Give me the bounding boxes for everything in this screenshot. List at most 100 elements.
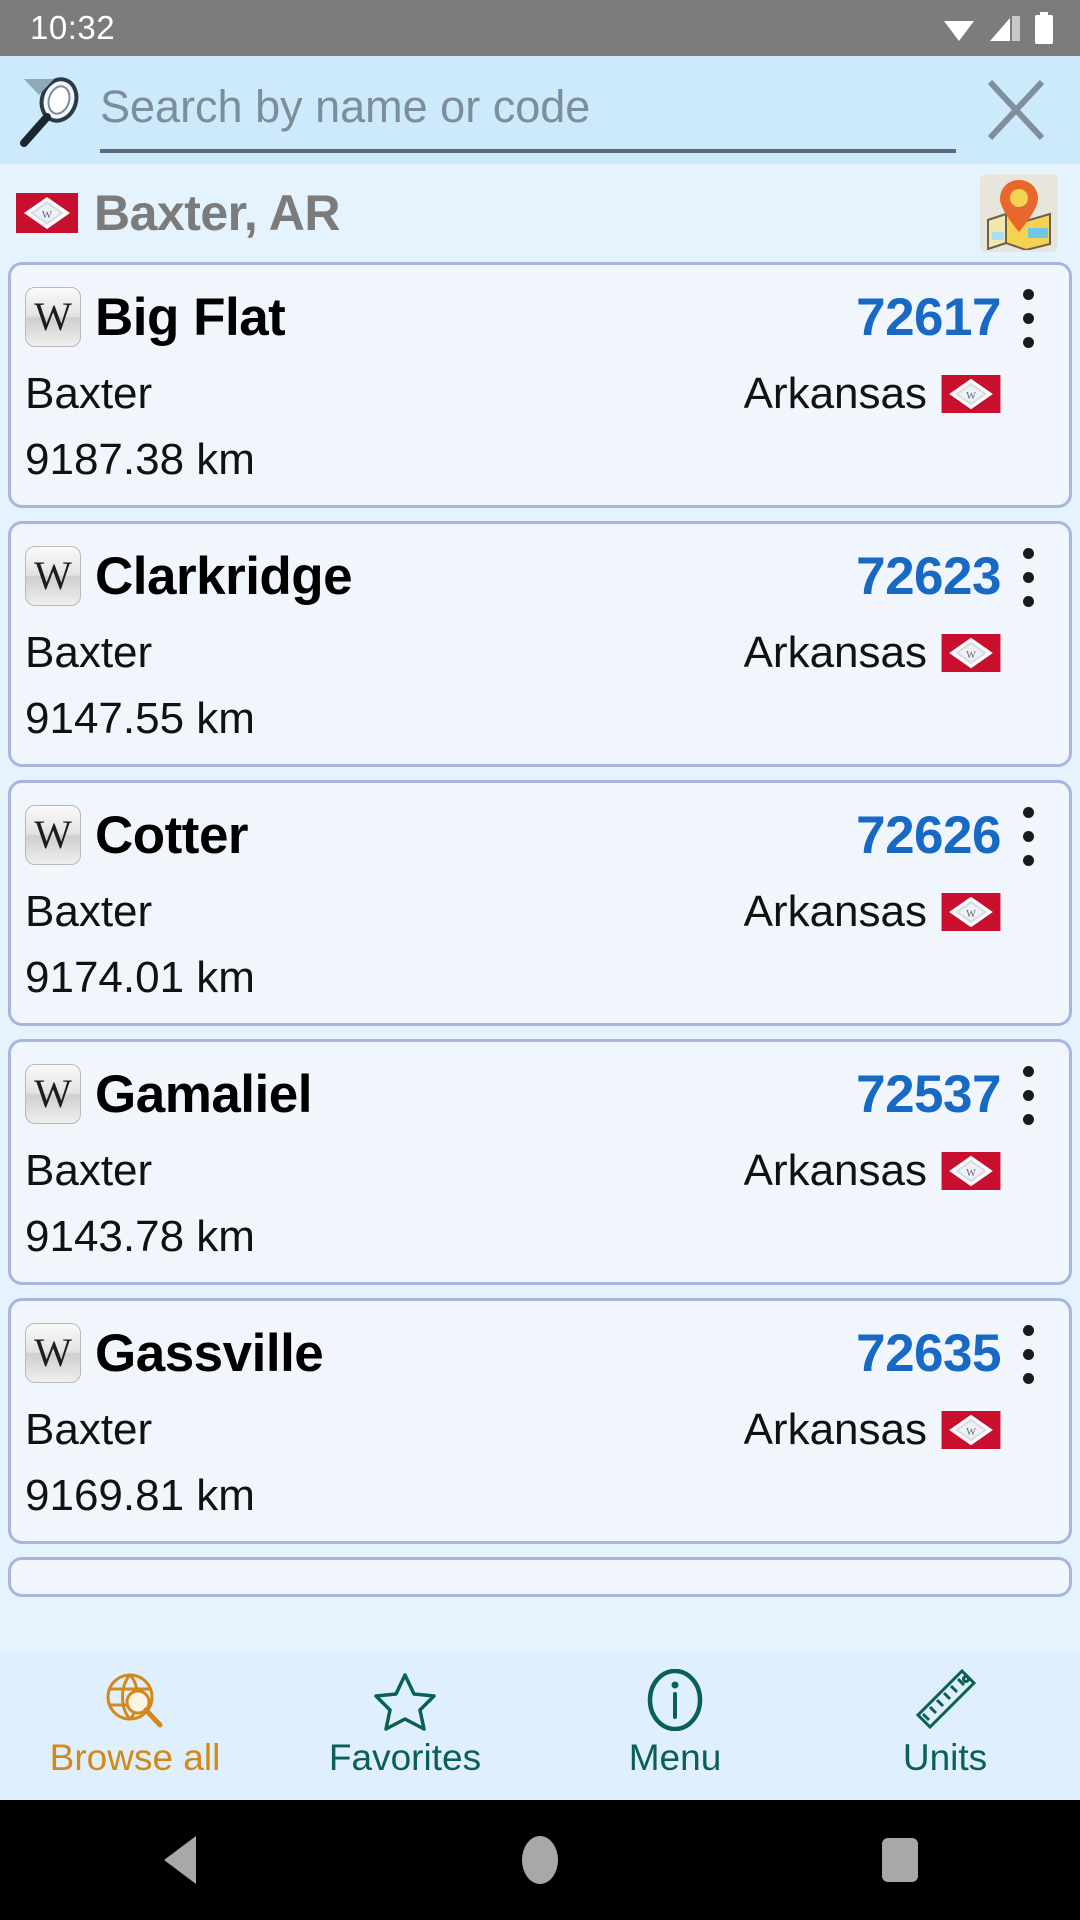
arkansas-flag-icon: W (16, 193, 78, 233)
card-distance-row: 9147.55 km (25, 688, 1055, 750)
svg-text:W: W (42, 209, 53, 221)
list-item[interactable]: W Gamaliel 72537 Baxter Arkansas W 9143.… (8, 1039, 1072, 1285)
nav-browse-all[interactable]: Browse all (0, 1665, 270, 1779)
card-distance-row: 9169.81 km (25, 1465, 1055, 1527)
app-root: 10:32 Search by name or code W Baxter, A… (0, 0, 1080, 1920)
city-name: Gassville (95, 1323, 324, 1383)
map-pin-icon (987, 180, 1051, 250)
wikipedia-icon[interactable]: W (25, 1323, 81, 1383)
svg-text:W: W (966, 1427, 976, 1438)
search-icon[interactable] (10, 67, 96, 153)
card-primary-row: W Gamaliel 72537 (25, 1052, 1055, 1136)
kebab-menu-icon[interactable] (1001, 289, 1055, 348)
kebab-menu-icon[interactable] (1001, 807, 1055, 866)
list-item[interactable]: W Clarkridge 72623 Baxter Arkansas W 914… (8, 521, 1072, 767)
county-name: Baxter (25, 369, 153, 418)
recents-square-icon (882, 1838, 918, 1882)
bottom-navigation: Browse all Favorites Menu Units (0, 1650, 1080, 1800)
results-list[interactable]: W Big Flat 72617 Baxter Arkansas W 9187.… (0, 262, 1080, 1650)
zip-code: 72635 (856, 1323, 1001, 1383)
list-item-partial[interactable] (8, 1557, 1072, 1597)
distance-value: 9174.01 km (25, 953, 255, 1002)
arkansas-flag-icon: W (941, 375, 1001, 413)
search-bar (0, 56, 1080, 164)
wifi-icon (944, 21, 974, 41)
state-group: Arkansas W (744, 369, 1001, 419)
county-name: Baxter (25, 1405, 153, 1454)
state-name: Arkansas (743, 369, 927, 418)
page-title: Baxter, AR (94, 185, 341, 241)
nav-units[interactable]: Units (810, 1665, 1080, 1779)
list-item[interactable]: W Cotter 72626 Baxter Arkansas W 9174.01… (8, 780, 1072, 1026)
back-triangle-icon (164, 1836, 196, 1884)
home-circle-icon (522, 1836, 558, 1884)
info-circle-icon (646, 1665, 704, 1731)
distance-value: 9147.55 km (25, 694, 255, 743)
zip-code: 72623 (856, 546, 1001, 606)
state-group: Arkansas W (744, 628, 1001, 678)
list-item[interactable]: W Big Flat 72617 Baxter Arkansas W 9187.… (8, 262, 1072, 508)
list-item[interactable]: W Gassville 72635 Baxter Arkansas W 9169… (8, 1298, 1072, 1544)
city-name: Big Flat (95, 287, 286, 347)
wikipedia-icon[interactable]: W (25, 546, 81, 606)
card-primary-row: W Big Flat 72617 (25, 275, 1055, 359)
wikipedia-icon[interactable]: W (25, 287, 81, 347)
location-header: W Baxter, AR (0, 164, 1080, 262)
state-group: Arkansas W (744, 1146, 1001, 1196)
arkansas-flag-icon: W (941, 893, 1001, 931)
county-name: Baxter (25, 887, 153, 936)
state-name: Arkansas (743, 1146, 927, 1195)
card-primary-row: W Gassville 72635 (25, 1311, 1055, 1395)
svg-text:W: W (966, 650, 976, 661)
zip-code: 72537 (856, 1064, 1001, 1124)
svg-text:W: W (966, 909, 976, 920)
card-primary-row: W Clarkridge 72623 (25, 534, 1055, 618)
globe-search-icon (102, 1665, 168, 1731)
card-secondary-row: Baxter Arkansas W (25, 361, 1055, 427)
county-name: Baxter (25, 628, 153, 677)
distance-value: 9187.38 km (25, 435, 255, 484)
svg-text:W: W (966, 391, 976, 402)
nav-label: Menu (628, 1737, 722, 1778)
map-button[interactable] (980, 174, 1058, 252)
zip-code: 72617 (856, 287, 1001, 347)
star-icon (374, 1665, 436, 1731)
wikipedia-icon[interactable]: W (25, 1064, 81, 1124)
close-x-icon (987, 79, 1045, 141)
search-input[interactable] (100, 81, 956, 133)
arkansas-flag-icon: W (941, 1152, 1001, 1190)
card-primary-row: W Cotter 72626 (25, 793, 1055, 877)
clear-search-button[interactable] (974, 68, 1058, 152)
card-distance-row: 9174.01 km (25, 947, 1055, 1009)
distance-value: 9143.78 km (25, 1212, 255, 1261)
nav-label: Browse all (49, 1737, 221, 1778)
nav-favorites[interactable]: Favorites (270, 1665, 540, 1779)
card-distance-row: 9143.78 km (25, 1206, 1055, 1268)
county-name: Baxter (25, 1146, 153, 1195)
android-recents-button[interactable] (720, 1838, 1080, 1882)
svg-text:W: W (966, 1168, 976, 1179)
state-name: Arkansas (743, 628, 927, 677)
kebab-menu-icon[interactable] (1001, 1325, 1055, 1384)
status-time: 10:32 (30, 9, 116, 46)
kebab-menu-icon[interactable] (1001, 1066, 1055, 1125)
android-system-nav (0, 1800, 1080, 1920)
nav-menu[interactable]: Menu (540, 1665, 810, 1779)
card-distance-row: 9187.38 km (25, 429, 1055, 491)
battery-icon (1035, 12, 1053, 44)
android-home-button[interactable] (360, 1836, 720, 1884)
nav-label: Units (902, 1737, 988, 1778)
ruler-icon (914, 1665, 976, 1731)
distance-value: 9169.81 km (25, 1471, 255, 1520)
city-name: Gamaliel (95, 1064, 312, 1124)
card-secondary-row: Baxter Arkansas W (25, 1397, 1055, 1463)
state-group: Arkansas W (744, 1405, 1001, 1455)
wikipedia-icon[interactable]: W (25, 805, 81, 865)
state-name: Arkansas (743, 1405, 927, 1454)
arkansas-flag-icon: W (941, 634, 1001, 672)
card-secondary-row: Baxter Arkansas W (25, 620, 1055, 686)
android-back-button[interactable] (0, 1836, 360, 1884)
nav-label: Favorites (328, 1737, 482, 1778)
search-field-wrapper (100, 67, 956, 153)
kebab-menu-icon[interactable] (1001, 548, 1055, 607)
